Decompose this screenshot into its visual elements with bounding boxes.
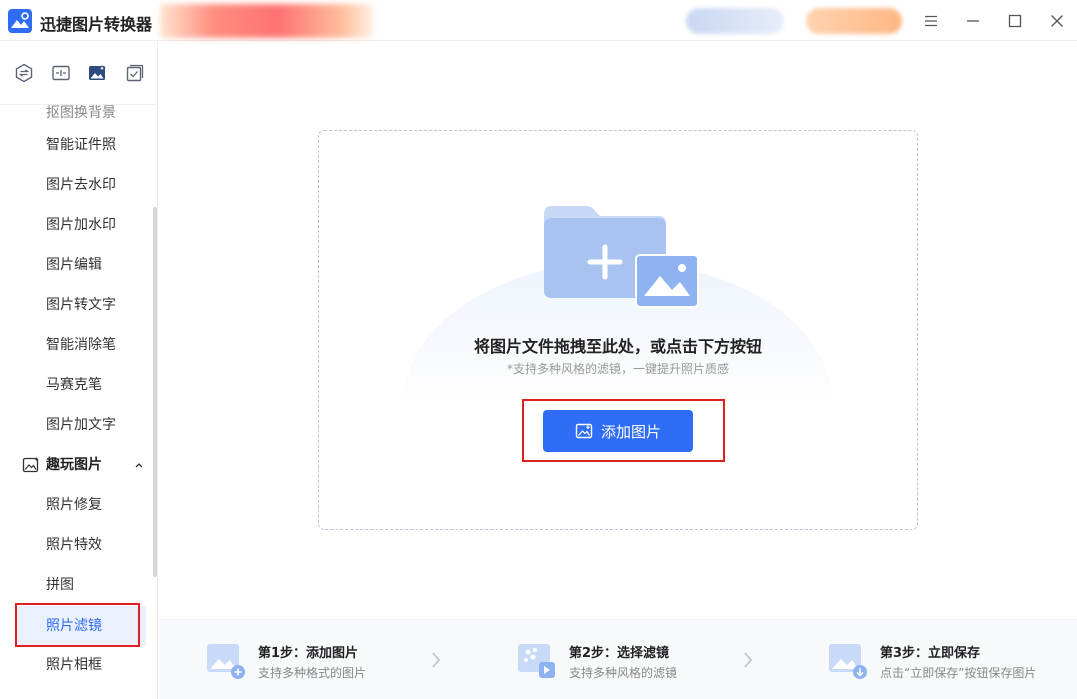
sidebar-item-remove-watermark[interactable]: 图片去水印 xyxy=(0,165,150,205)
tool-image-edit[interactable] xyxy=(86,62,108,84)
step-2-desc: 支持多种风格的滤镜 xyxy=(569,666,678,680)
tool-icon-bar xyxy=(0,41,157,105)
close-button[interactable] xyxy=(1044,8,1070,34)
close-icon xyxy=(1051,15,1063,27)
hamburger-icon xyxy=(925,15,937,27)
maximize-icon xyxy=(1008,14,1022,28)
sidebar-item-photo-repair[interactable]: 照片修复 xyxy=(0,485,150,525)
tool-compress[interactable] xyxy=(50,62,72,84)
folder-image-illustration-icon xyxy=(544,206,699,308)
title-bar: 迅捷图片转换器 xyxy=(0,0,1077,41)
sidebar-item-photo-frame[interactable]: 照片相框 xyxy=(0,645,150,685)
step-filter-icon xyxy=(518,644,555,678)
sidebar-section-label: 趣玩图片 xyxy=(46,457,102,473)
sidebar-item-photo-effects[interactable]: 照片特效 xyxy=(0,525,150,565)
drop-zone-title: 将图片文件拖拽至此处，或点击下方按钮 xyxy=(473,337,762,356)
step-2-title: 第2步：选择滤镜 xyxy=(569,646,670,661)
sidebar-item-image-to-text[interactable]: 图片转文字 xyxy=(0,285,150,325)
compress-icon xyxy=(52,65,70,80)
vip-button[interactable] xyxy=(806,8,902,34)
step-1-desc: 支持多种格式的图片 xyxy=(258,666,367,680)
steps-bar: 第1步：添加图片 支持多种格式的图片 第2步：选择滤镜 支持多种风格的滤镜 第3… xyxy=(159,619,1077,699)
step-3-desc: 点击“立即保存”按钮保存图片 xyxy=(880,666,1037,680)
drop-zone-subtitle: *支持多种风格的滤镜，一键提升照片质感 xyxy=(506,362,729,376)
fun-image-icon xyxy=(22,457,39,473)
sidebar-item-mosaic-pen[interactable]: 马赛克笔 xyxy=(0,365,150,405)
image-edit-icon xyxy=(89,64,107,80)
batch-icon xyxy=(126,64,143,81)
sidebar-item-add-text[interactable]: 图片加文字 xyxy=(0,405,150,445)
sidebar-scrollbar[interactable] xyxy=(153,207,157,577)
chevron-right-icon xyxy=(744,652,753,668)
app-title: 迅捷图片转换器 xyxy=(40,15,153,34)
user-account-pill[interactable] xyxy=(686,8,784,34)
minimize-button[interactable] xyxy=(960,8,986,34)
menu-button[interactable] xyxy=(918,8,944,34)
app-logo-icon xyxy=(8,9,32,33)
chevron-right-icon xyxy=(432,652,441,668)
sidebar-item-cutout-background[interactable]: 抠图换背景 xyxy=(0,105,150,125)
sidebar-item-add-watermark[interactable]: 图片加水印 xyxy=(0,205,150,245)
sidebar-item-smart-eraser[interactable]: 智能消除笔 xyxy=(0,325,150,365)
maximize-button[interactable] xyxy=(1002,8,1028,34)
sidebar-section-fun-image[interactable]: 趣玩图片 xyxy=(0,445,150,485)
promo-banner[interactable] xyxy=(160,4,374,38)
sidebar-item-image-edit[interactable]: 图片编辑 xyxy=(0,245,150,285)
step-1-title: 第1步：添加图片 xyxy=(258,646,359,661)
sidebar: 抠图换背景 智能证件照 图片去水印 图片加水印 图片编辑 图片转文字 智能消除笔… xyxy=(0,41,158,699)
sidebar-item-collage[interactable]: 拼图 xyxy=(0,565,150,605)
highlight-box-photo-filter xyxy=(15,603,140,647)
tool-convert[interactable] xyxy=(13,62,35,84)
minimize-icon xyxy=(967,20,979,22)
chevron-up-icon xyxy=(135,463,143,468)
sidebar-item-id-photo[interactable]: 智能证件照 xyxy=(0,125,150,165)
step-add-image-icon xyxy=(207,644,245,679)
tool-batch[interactable] xyxy=(123,62,145,84)
step-3-title: 第3步：立即保存 xyxy=(880,646,981,661)
highlight-box-add-image xyxy=(522,399,725,462)
step-save-icon xyxy=(829,644,867,679)
convert-icon xyxy=(16,63,33,82)
